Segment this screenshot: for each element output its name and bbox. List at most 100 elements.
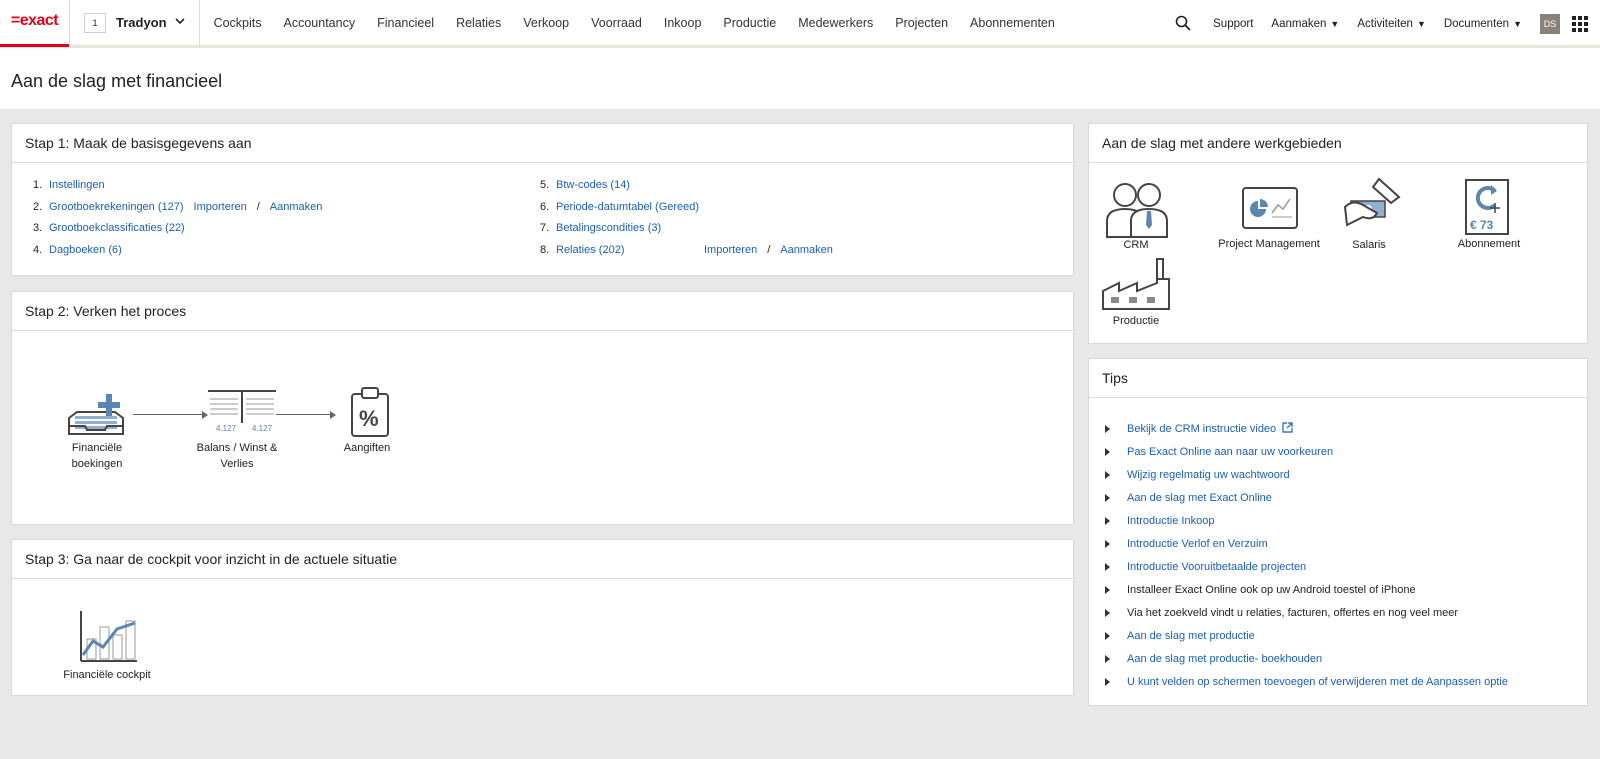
menu-verkoop[interactable]: Verkoop <box>523 16 569 30</box>
bullet-triangle-icon <box>1105 608 1110 617</box>
tip-leave-link[interactable]: Introductie Verlof en Verzuim <box>1127 538 1268 550</box>
balance-sheet-icon[interactable]: 4.127 4.127 <box>208 389 278 434</box>
menu-abonnementen[interactable]: Abonnementen <box>970 16 1055 30</box>
list-item: Aan de slag met productie- boekhouden <box>1105 647 1508 670</box>
list-item: 5. Btw-codes (14) <box>540 179 843 201</box>
relations-link[interactable]: Relaties (202) <box>556 244 693 266</box>
exact-logo[interactable]: =exact <box>0 0 69 47</box>
app-grid-icon[interactable] <box>1572 16 1588 32</box>
menu-medewerkers[interactable]: Medewerkers <box>798 16 873 30</box>
period-table-link[interactable]: Periode-datumtabel (Gereed) <box>556 201 699 223</box>
gl-import-link[interactable]: Importeren <box>194 201 247 223</box>
support-link[interactable]: Support <box>1213 18 1253 30</box>
svg-text:%: % <box>359 406 379 431</box>
project-management-icon[interactable] <box>1242 187 1298 231</box>
tip-purchasing-link[interactable]: Introductie Inkoop <box>1127 515 1214 527</box>
arrow-head-icon <box>330 411 336 419</box>
crm-label: CRM <box>1123 239 1149 251</box>
menu-projecten[interactable]: Projecten <box>895 16 948 30</box>
list-item: Introductie Verlof en Verzuim <box>1105 532 1508 555</box>
caret-down-icon: ▼ <box>1330 19 1340 29</box>
tip-mobile-text: Installeer Exact Online ook op uw Androi… <box>1127 583 1416 596</box>
bullet-triangle-icon <box>1105 677 1110 686</box>
payment-terms-link[interactable]: Betalingscondities (3) <box>556 222 661 244</box>
list-item: 8. Relaties (202) Importeren / Aanmaken <box>540 244 843 266</box>
top-navigation-bar: =exact 1 Tradyon Cockpits Accountancy Fi… <box>0 0 1600 48</box>
menu-inkoop[interactable]: Inkoop <box>664 16 702 30</box>
list-item: Via het zoekveld vindt u relaties, factu… <box>1105 601 1508 624</box>
bullet-triangle-icon <box>1105 424 1110 433</box>
documents-menu[interactable]: Documenten ▼ <box>1444 18 1522 30</box>
flow-arrow <box>276 414 333 415</box>
activities-menu-label: Activiteiten <box>1357 18 1413 30</box>
areas-panel: Aan de slag met andere werkgebieden CRM … <box>1088 123 1588 344</box>
list-item: Introductie Inkoop <box>1105 509 1508 532</box>
tip-customize-link[interactable]: U kunt velden op schermen toevoegen of v… <box>1127 676 1508 688</box>
step1-panel: Stap 1: Maak de basisgegevens aan 1. Inst… <box>11 123 1074 276</box>
bullet-triangle-icon <box>1105 539 1110 548</box>
list-item: Aan de slag met Exact Online <box>1105 486 1508 509</box>
cockpit-chart-icon[interactable] <box>79 611 139 663</box>
menu-voorraad[interactable]: Voorraad <box>591 16 642 30</box>
step2-panel: Stap 2: Verken het proces 4.127 4.127 % … <box>11 291 1074 525</box>
menu-cockpits[interactable]: Cockpits <box>214 16 262 30</box>
main-menu: Cockpits Accountancy Financieel Relaties… <box>214 16 1077 30</box>
tip-preferences-link[interactable]: Pas Exact Online aan naar uw voorkeuren <box>1127 446 1333 458</box>
gl-accounts-link[interactable]: Grootboekrekeningen (127) <box>49 201 184 223</box>
tip-prepaid-projects-link[interactable]: Introductie Vooruitbetaalde projecten <box>1127 561 1306 573</box>
bullet-triangle-icon <box>1105 562 1110 571</box>
menu-accountancy[interactable]: Accountancy <box>284 16 356 30</box>
menu-financieel[interactable]: Financieel <box>377 16 434 30</box>
payroll-label: Salaris <box>1352 239 1386 251</box>
activities-menu[interactable]: Activiteiten ▼ <box>1357 18 1426 30</box>
list-item: Pas Exact Online aan naar uw voorkeuren <box>1105 440 1508 463</box>
step2-title: Stap 2: Verken het proces <box>12 292 1073 331</box>
list-item: U kunt velden op schermen toevoegen of v… <box>1105 670 1508 693</box>
cockpit-label: Financiële cockpit <box>63 669 151 681</box>
bullet-triangle-icon <box>1105 447 1110 456</box>
create-menu[interactable]: Aanmaken ▼ <box>1271 18 1339 30</box>
journals-link[interactable]: Dagboeken (6) <box>49 244 122 266</box>
step1-right-list: 5. Btw-codes (14) 6. Periode-datumtabel (G… <box>540 179 843 265</box>
tip-getting-started-link[interactable]: Aan de slag met Exact Online <box>1127 492 1272 504</box>
tip-password-link[interactable]: Wijzig regelmatig uw wachtwoord <box>1127 469 1290 481</box>
avatar[interactable]: DS <box>1540 14 1560 34</box>
bullet-triangle-icon <box>1105 470 1110 479</box>
search-icon[interactable] <box>1175 15 1193 33</box>
crm-icon[interactable] <box>1105 181 1169 239</box>
external-link-icon[interactable] <box>1282 421 1293 436</box>
gl-classifications-link[interactable]: Grootboekclassificaties (22) <box>49 222 185 244</box>
step1-left-list: 1. Instellingen 2. Grootboekrekeningen (12… <box>33 179 332 265</box>
list-item: 6. Periode-datumtabel (Gereed) <box>540 201 843 223</box>
bookings-icon[interactable] <box>67 392 127 437</box>
create-menu-label: Aanmaken <box>1271 18 1327 30</box>
tax-return-icon[interactable]: % <box>350 386 390 438</box>
svg-text:4.127: 4.127 <box>216 424 237 433</box>
list-item: Introductie Vooruitbetaalde projecten <box>1105 555 1508 578</box>
bullet-triangle-icon <box>1105 585 1110 594</box>
list-item: 1. Instellingen <box>33 179 332 201</box>
caret-down-icon: ▼ <box>1513 19 1522 29</box>
tips-panel: Tips Bekijk de CRM instructie video Pas … <box>1088 358 1588 706</box>
tip-production-accounting-link[interactable]: Aan de slag met productie- boekhouden <box>1127 653 1322 665</box>
production-icon[interactable] <box>1101 257 1173 311</box>
list-item: Bekijk de CRM instructie video <box>1105 417 1508 440</box>
relations-import-link[interactable]: Importeren <box>704 244 757 266</box>
page-title: Aan de slag met financieel <box>11 71 223 91</box>
menu-relaties[interactable]: Relaties <box>456 16 501 30</box>
tip-crm-video-link[interactable]: Bekijk de CRM instructie video <box>1127 423 1276 435</box>
tip-production-link[interactable]: Aan de slag met productie <box>1127 630 1255 642</box>
svg-text:€ 73: € 73 <box>1470 218 1494 232</box>
company-selector[interactable]: 1 Tradyon <box>69 0 200 47</box>
areas-title: Aan de slag met andere werkgebieden <box>1089 124 1587 163</box>
menu-productie[interactable]: Productie <box>723 16 776 30</box>
step1-title: Stap 1: Maak de basisgegevens aan <box>12 124 1073 163</box>
subscription-icon[interactable]: € 73 <box>1465 179 1509 235</box>
vat-codes-link[interactable]: Btw-codes (14) <box>556 179 630 201</box>
settings-link[interactable]: Instellingen <box>49 179 105 201</box>
balance-label: Balans / Winst & Verlies <box>196 442 278 470</box>
gl-create-link[interactable]: Aanmaken <box>270 201 323 223</box>
relations-create-link[interactable]: Aanmaken <box>780 244 833 266</box>
list-item: Wijzig regelmatig uw wachtwoord <box>1105 463 1508 486</box>
payroll-icon[interactable] <box>1343 177 1403 233</box>
